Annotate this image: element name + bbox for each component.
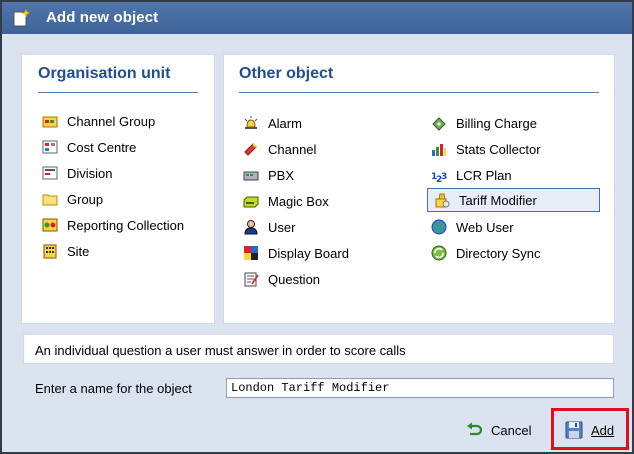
save-disk-icon <box>565 421 583 439</box>
object-item-alarm[interactable]: Alarm <box>243 112 302 134</box>
object-item-label: Alarm <box>268 115 302 131</box>
object-item-channel[interactable]: Channel <box>243 138 316 160</box>
heading-divider <box>239 92 599 93</box>
billing-charge-icon <box>432 117 446 131</box>
object-item-label: Group <box>67 191 104 207</box>
object-item-label: Stats Collector <box>456 141 541 157</box>
directory-sync-icon <box>431 245 447 261</box>
svg-text:3: 3 <box>441 172 447 182</box>
tariff-modifier-icon <box>435 193 450 208</box>
other-object-panel: Other object Alarm Channel PBX Magic Box… <box>223 54 615 324</box>
organisation-unit-heading: Organisation unit <box>38 65 171 82</box>
object-item-label: Display Board <box>268 245 349 261</box>
object-item-label: Billing Charge <box>456 115 537 131</box>
user-icon <box>244 220 258 235</box>
object-item-pbx[interactable]: PBX <box>243 164 294 186</box>
name-field-label: Enter a name for the object <box>35 381 192 396</box>
object-item-label: Question <box>268 271 321 287</box>
object-item-stats-collector[interactable]: Stats Collector <box>431 138 541 160</box>
add-object-dialog: Add new object Organisation unit Channel… <box>0 0 634 454</box>
pbx-icon <box>243 171 259 181</box>
undo-arrow-icon <box>467 422 482 436</box>
display-board-icon <box>244 246 258 260</box>
object-item-division[interactable]: Division <box>42 162 113 184</box>
heading-divider <box>38 92 198 93</box>
object-item-site[interactable]: Site <box>42 240 89 262</box>
object-item-magic-box[interactable]: Magic Box <box>243 190 329 212</box>
question-icon <box>244 272 259 287</box>
alarm-icon <box>244 116 258 129</box>
object-item-channel-group[interactable]: Channel Group <box>42 110 155 132</box>
title-bar: Add new object <box>2 2 632 34</box>
object-item-label: Directory Sync <box>456 245 541 261</box>
object-item-tariff-modifier[interactable]: Tariff Modifier <box>427 188 600 212</box>
add-button[interactable]: Add <box>565 420 614 440</box>
object-item-label: Magic Box <box>268 193 329 209</box>
object-item-reporting-collection[interactable]: Reporting Collection <box>42 214 184 236</box>
cancel-button[interactable]: Cancel <box>466 420 531 440</box>
channel-group-icon <box>42 116 58 128</box>
object-name-input[interactable] <box>226 378 614 398</box>
reporting-collection-icon <box>42 218 58 232</box>
cancel-button-label: Cancel <box>491 422 532 438</box>
object-item-label: Tariff Modifier <box>459 192 537 208</box>
object-item-label: Web User <box>456 219 514 235</box>
object-item-label: LCR Plan <box>456 167 512 183</box>
object-item-question[interactable]: Question <box>243 268 320 290</box>
object-item-label: User <box>268 219 296 235</box>
building-icon <box>43 244 57 259</box>
stats-collector-icon <box>432 144 446 156</box>
object-item-cost-centre[interactable]: Cost Centre <box>42 136 136 158</box>
object-item-label: Cost Centre <box>67 139 137 155</box>
object-item-label: PBX <box>268 167 295 183</box>
object-item-directory-sync[interactable]: Directory Sync <box>431 242 541 264</box>
object-item-label: Reporting Collection <box>67 217 185 233</box>
object-item-web-user[interactable]: Web User <box>431 216 514 238</box>
folder-icon <box>42 194 58 206</box>
object-item-label: Channel <box>268 141 317 157</box>
magic-box-icon <box>243 196 259 208</box>
object-item-label: Site <box>67 243 90 259</box>
web-user-icon <box>431 219 447 235</box>
division-icon <box>42 166 58 180</box>
dialog-title: Add new object <box>46 9 159 26</box>
object-item-group[interactable]: Group <box>42 188 103 210</box>
add-button-label: Add <box>591 422 615 438</box>
channel-icon <box>244 143 257 156</box>
object-item-label: Channel Group <box>67 113 156 129</box>
other-object-heading: Other object <box>239 65 334 82</box>
lcr-plan-icon: 1 2 3 <box>431 172 447 183</box>
organisation-unit-panel: Organisation unit Channel Group Cost Cen… <box>21 54 215 324</box>
new-object-icon <box>13 8 31 27</box>
object-item-billing-charge[interactable]: Billing Charge <box>431 112 537 134</box>
object-description: An individual question a user must answe… <box>23 334 614 364</box>
object-item-display-board[interactable]: Display Board <box>243 242 349 264</box>
object-item-user[interactable]: User <box>243 216 295 238</box>
object-item-lcr-plan[interactable]: 1 2 3 LCR Plan <box>431 164 512 186</box>
object-item-label: Division <box>67 165 113 181</box>
cost-centre-icon <box>42 140 58 154</box>
